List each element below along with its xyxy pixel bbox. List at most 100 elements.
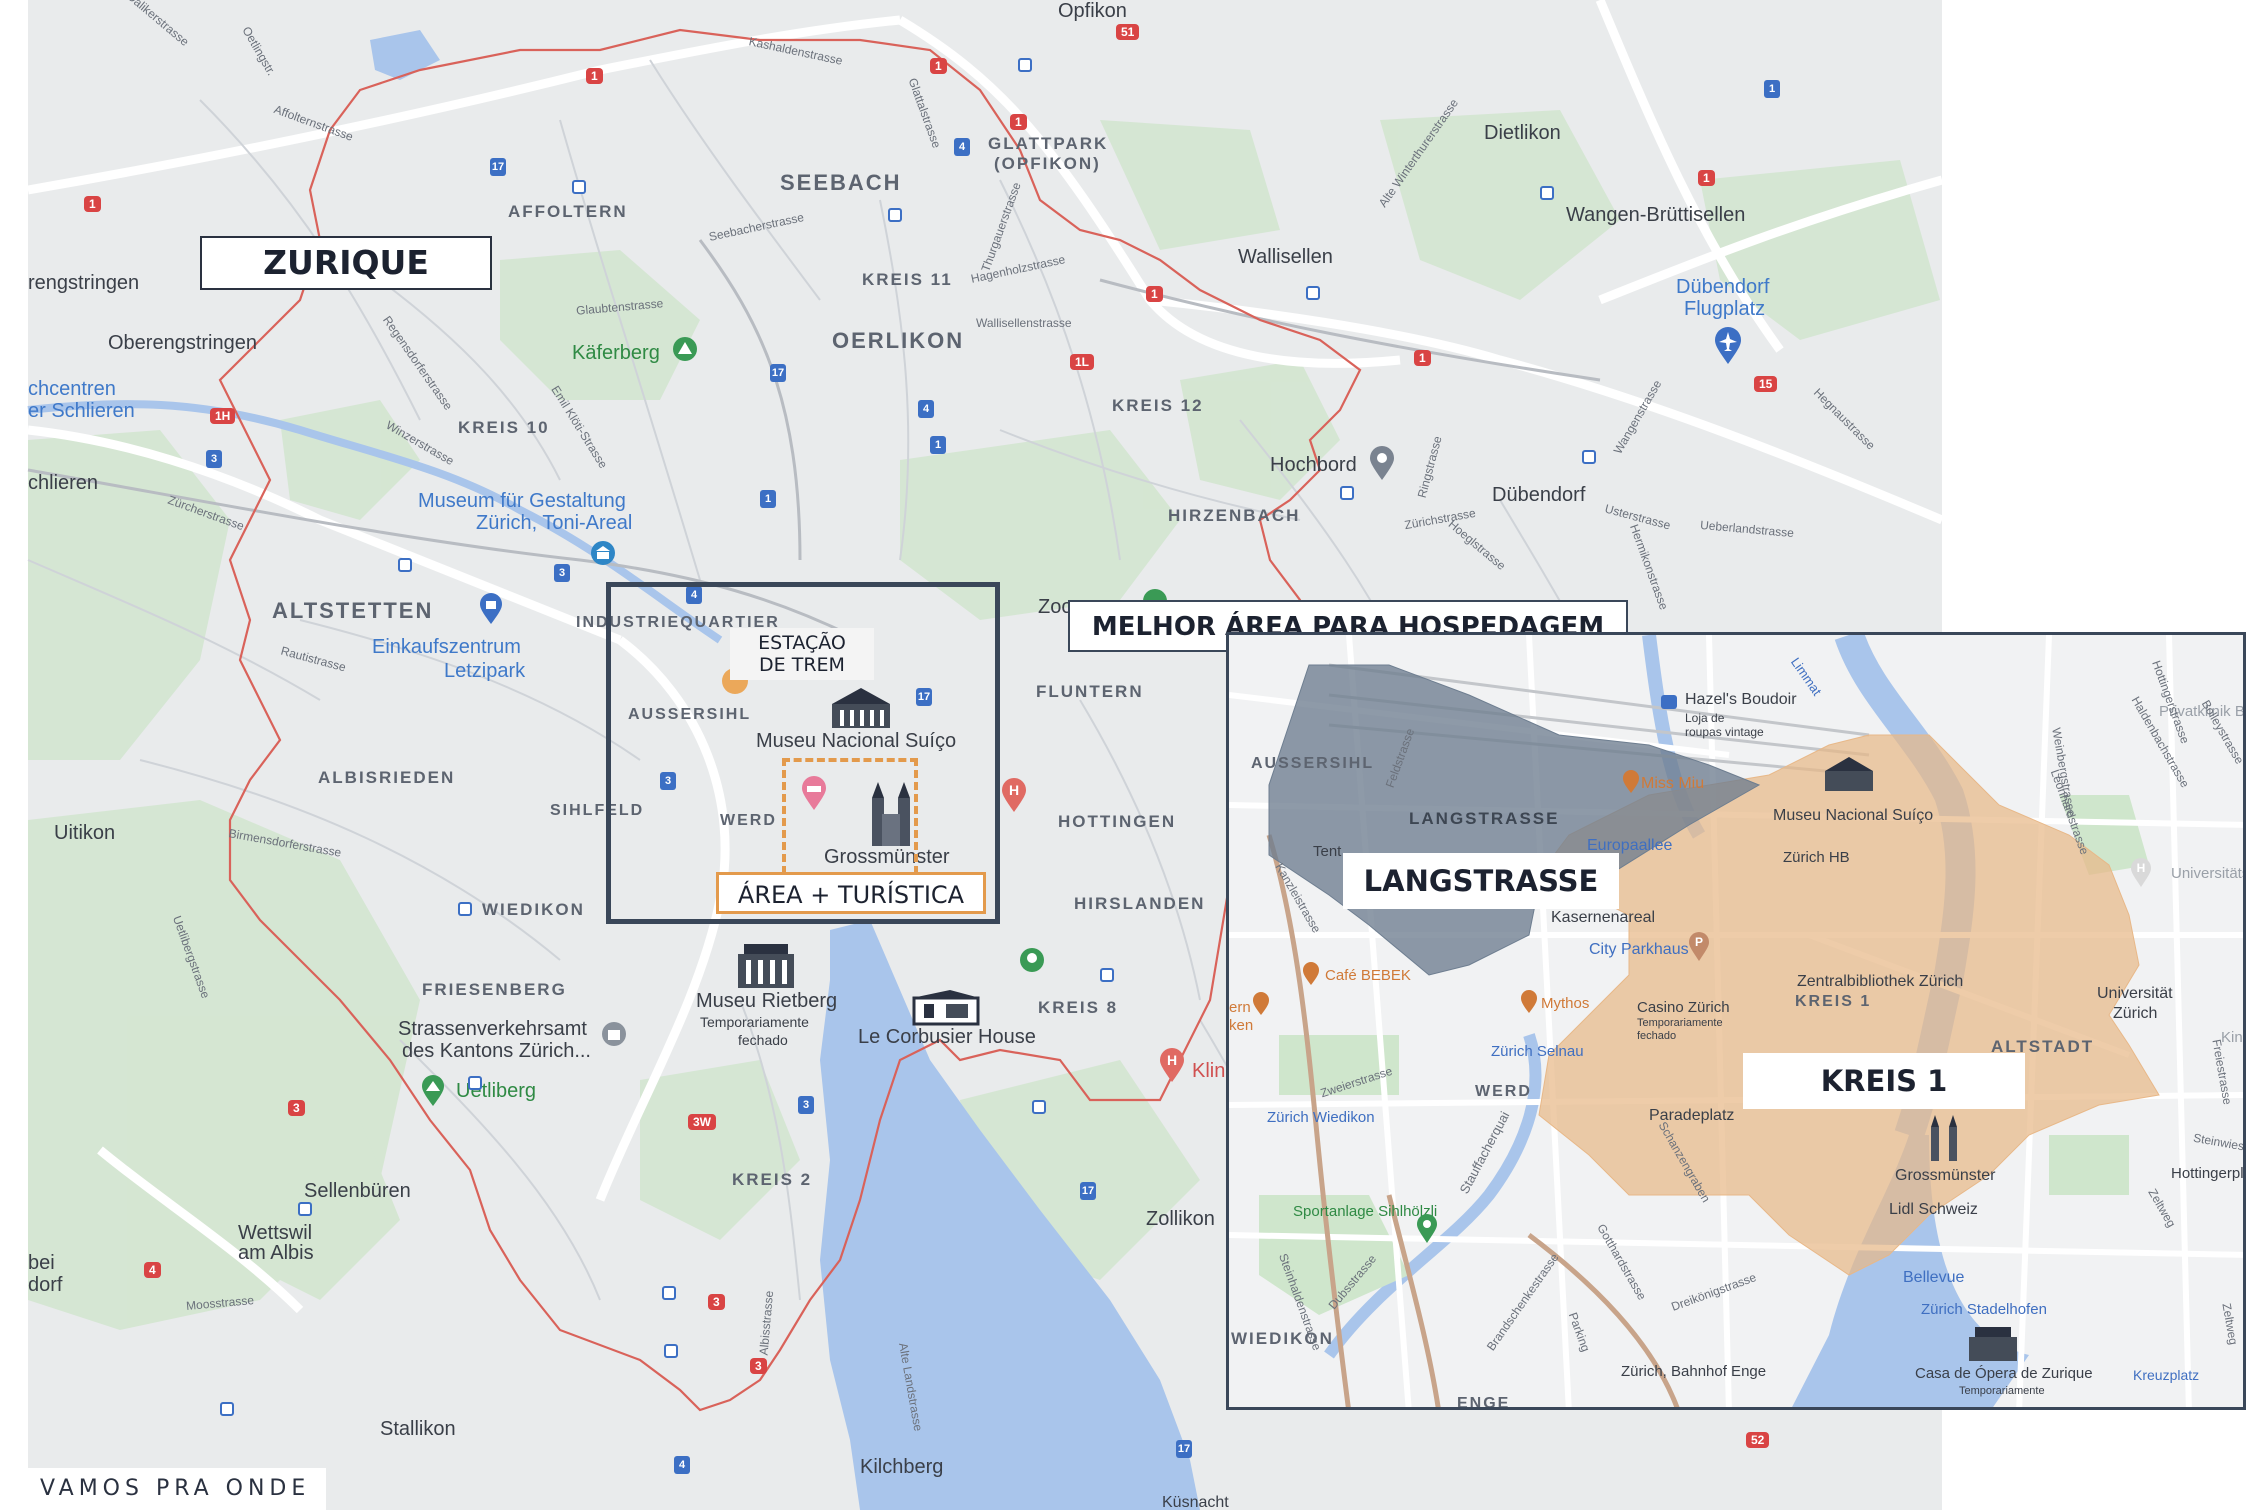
hospital-icon: H [1002, 778, 1026, 812]
location-pin-icon[interactable] [1368, 446, 1396, 482]
place-dubendorf: Dübendorf [1492, 484, 1586, 506]
tram-stop-icon[interactable] [1582, 450, 1596, 464]
district-affoltern: AFFOLTERN [508, 202, 628, 221]
inset-place-zurich-wiedikon: Zürich Wiedikon [1267, 1109, 1375, 1126]
transit-line-badge: 3 [798, 1096, 814, 1114]
transit-line-badge: 4 [918, 400, 934, 418]
inset-district-werd: WERD [1475, 1083, 1532, 1100]
road-number-badge: 4 [144, 1262, 161, 1278]
inset-place-ern: ern [1229, 999, 1251, 1016]
transit-line-badge: 3 [554, 564, 570, 582]
district-hirslanden: HIRSLANDEN [1074, 894, 1206, 913]
road-number-badge: 1 [930, 58, 947, 74]
place-museum-gestaltung-2: Zürich, Toni-Areal [476, 512, 633, 534]
district-kreis11: KREIS 11 [862, 270, 953, 289]
place-dubendorf-flugplatz: Dübendorf [1676, 276, 1770, 298]
restaurant-icon [1303, 962, 1319, 985]
district-fluntern: FLUNTERN [1036, 682, 1144, 701]
tram-stop-icon[interactable] [1100, 968, 1114, 982]
langstrasse-box: LANGSTRASSE [1343, 853, 1619, 909]
inset-place-universitats: Universitäts [2171, 865, 2246, 882]
road-number-badge: 1H [210, 408, 236, 424]
place-kilchberg: Kilchberg [860, 1456, 944, 1478]
tram-stop-icon[interactable] [1032, 1100, 1046, 1114]
district-kreis8: KREIS 8 [1038, 998, 1119, 1017]
location-pin-icon [1417, 1214, 1437, 1243]
place-einkaufscentren: chcentren [28, 378, 116, 400]
inset-place-hottingerplatz: Hottingerpla [2171, 1165, 2246, 1182]
inset-place-zurich-hb: Zürich HB [1783, 849, 1850, 866]
restaurant-icon [1521, 990, 1537, 1013]
place-rietberg-note: Temporariamente [700, 1014, 809, 1030]
cathedral-icon [1931, 1115, 1957, 1161]
tram-stop-icon[interactable] [572, 180, 586, 194]
place-klinik: Klini [1192, 1060, 1230, 1082]
place-le-corbusier: Le Corbusier House [858, 1026, 1036, 1048]
inset-place-hazels: Hazel's Boudoir [1685, 691, 1797, 708]
inset-place-city-parkhaus: City Parkhaus [1589, 941, 1689, 958]
park-icon [673, 337, 697, 361]
kreis1-box: KREIS 1 [1743, 1053, 2025, 1109]
place-sellenburen: Sellenbüren [304, 1180, 411, 1202]
district-altstetten: ALTSTETTEN [272, 598, 434, 623]
inset-place-ken: ken [1229, 1017, 1254, 1034]
inset-place-hazels-2: Loja de [1685, 711, 1725, 725]
tram-stop-icon[interactable] [468, 1076, 482, 1090]
city-title: ZURIQUE [200, 236, 492, 290]
tram-stop-icon[interactable] [888, 208, 902, 222]
brand-logo: VAMOS PRA ONDE [28, 1468, 326, 1510]
inset-place-casino-note: Temporariamente [1637, 1017, 1723, 1029]
inset-place-zentralbibliothek: Zentralbibliothek Zürich [1797, 973, 1964, 990]
inset-place-stadelhofen: Zürich Stadelhofen [1921, 1301, 2047, 1318]
museum-icon [591, 541, 615, 565]
inset-district-kreis1: KREIS 1 [1795, 993, 1872, 1010]
inset-map[interactable]: AUSSERSIHL LANGSTRASSE WERD WIEDIKON ENG… [1226, 632, 2246, 1410]
place-kaferberg: Käferberg [572, 342, 660, 364]
transit-line-badge: 4 [954, 138, 970, 156]
tourist-area-dashed [782, 758, 918, 886]
inset-district-langstrasse: LANGSTRASSE [1409, 809, 1560, 828]
tram-stop-icon[interactable] [1018, 58, 1032, 72]
transit-line-badge: 1 [930, 436, 946, 454]
inset-map-canvas [1229, 635, 2243, 1407]
garden-icon [1020, 948, 1044, 972]
district-oerlikon: OERLIKON [832, 328, 965, 353]
svg-text:H: H [2137, 861, 2146, 875]
inset-place-opera-note: Temporariamente [1959, 1385, 2045, 1397]
museum-building-icon [1825, 757, 1873, 791]
place-dorf: dorf [28, 1274, 63, 1296]
shopping-icon [1661, 695, 1677, 709]
tram-stop-icon[interactable] [1340, 486, 1354, 500]
road-number-badge: 15 [1754, 376, 1778, 392]
tram-stop-icon[interactable] [1540, 186, 1554, 200]
house-building-icon [912, 990, 980, 1026]
svg-text:H: H [1009, 782, 1019, 798]
train-station-label: ESTAÇÃO DE TREM [730, 628, 874, 680]
place-bei: bei [28, 1252, 55, 1274]
road-number-badge: 3 [750, 1358, 767, 1374]
place-museu-rietberg: Museu Rietberg [696, 990, 838, 1012]
place-dietlikon: Dietlikon [1484, 122, 1561, 144]
inset-place-kreuzplatz: Kreuzplatz [2133, 1367, 2200, 1383]
tram-stop-icon[interactable] [458, 902, 472, 916]
airport-icon [1715, 327, 1741, 364]
museum-building-icon [738, 944, 794, 988]
tram-stop-icon[interactable] [662, 1286, 676, 1300]
train-station-line-1: ESTAÇÃO [758, 632, 846, 654]
place-rietberg-note-2: fechado [738, 1032, 788, 1048]
place-opfikon: Opfikon [1058, 0, 1127, 22]
inset-place-cafe-bebek: Café BEBEK [1325, 967, 1411, 984]
road-number-badge: 1 [84, 196, 101, 212]
tram-stop-icon[interactable] [398, 558, 412, 572]
district-hirzenbach: HIRZENBACH [1168, 506, 1301, 525]
district-glattpark-opfikon: (OPFIKON) [994, 154, 1101, 173]
tram-stop-icon[interactable] [664, 1344, 678, 1358]
svg-text:H: H [1167, 1052, 1177, 1068]
office-icon [602, 1022, 626, 1046]
inset-place-universitat: Universität [2097, 985, 2173, 1002]
tram-stop-icon[interactable] [298, 1202, 312, 1216]
place-hochbord: Hochbord [1270, 454, 1357, 476]
hospital-icon: H [1160, 1048, 1184, 1082]
tram-stop-icon[interactable] [1306, 286, 1320, 300]
tram-stop-icon[interactable] [220, 1402, 234, 1416]
